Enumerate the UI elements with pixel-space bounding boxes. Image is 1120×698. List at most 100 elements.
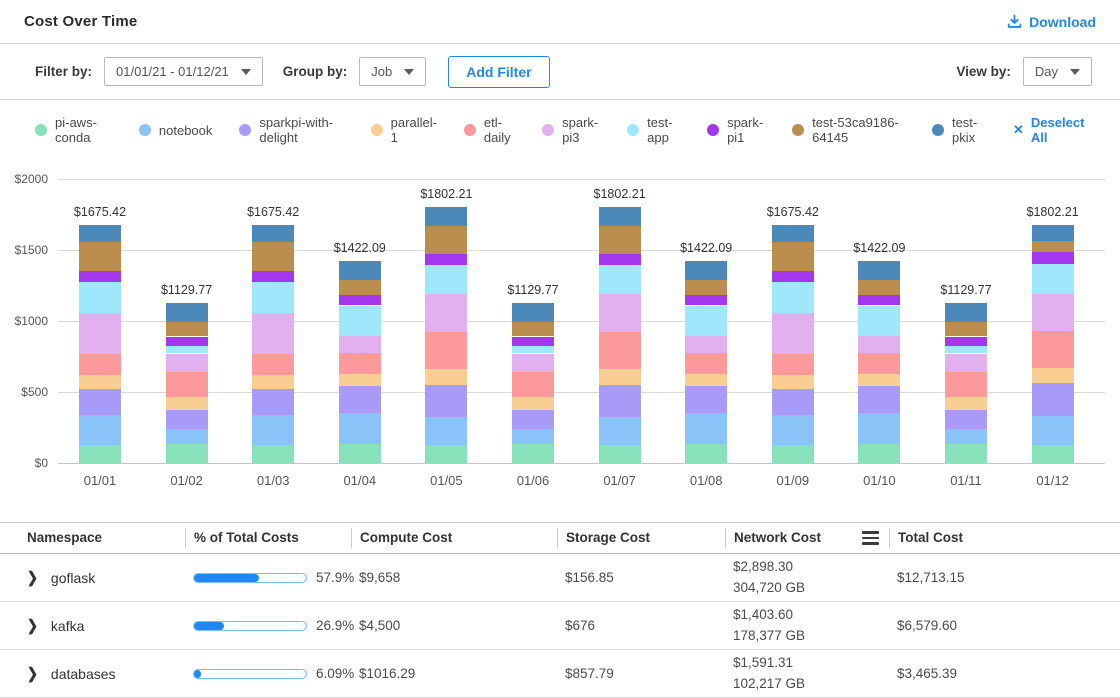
chevron-right-icon[interactable]: ❯ [27,568,38,586]
bar-segment-spark-pi1[interactable] [685,295,727,306]
bar-segment-parallel-1[interactable] [1032,368,1074,383]
bar-segment-pi-aws-conda[interactable] [166,444,208,463]
bar-segment-sparkpi-with-delight[interactable] [425,385,467,417]
bar-segment-notebook[interactable] [685,413,727,444]
legend-item-test-pkix[interactable]: test-pkix [932,115,986,145]
bar-segment-spark-pi1[interactable] [79,271,121,282]
bar-segment-test-app[interactable] [339,306,381,337]
bar-segment-parallel-1[interactable] [339,374,381,386]
bar-segment-test-53ca9186-64145[interactable] [79,242,121,271]
bar-segment-test-pkix[interactable] [339,261,381,280]
bar-segment-pi-aws-conda[interactable] [858,444,900,463]
bar-segment-spark-pi1[interactable] [858,295,900,306]
deselect-all-button[interactable]: ✕Deselect All [1013,115,1085,145]
bar-segment-notebook[interactable] [858,413,900,444]
bar-segment-sparkpi-with-delight[interactable] [772,389,814,416]
date-range-select[interactable]: 01/01/21 - 01/12/21 [104,57,263,86]
bar-segment-spark-pi3[interactable] [339,336,381,353]
bar-segment-spark-pi3[interactable] [1032,294,1074,331]
bar-segment-test-53ca9186-64145[interactable] [252,242,294,271]
bar-segment-parallel-1[interactable] [685,374,727,386]
legend-item-etl-daily[interactable]: etl-daily [464,115,515,145]
legend-item-sparkpi-with-delight[interactable]: sparkpi-with-delight [239,115,343,145]
group-by-select[interactable]: Job [359,57,426,86]
view-by-select[interactable]: Day [1023,57,1092,86]
namespace-cell[interactable]: ❯goflask [24,570,185,586]
bar-segment-test-53ca9186-64145[interactable] [599,226,641,254]
bar-segment-parallel-1[interactable] [599,369,641,386]
bar-segment-test-pkix[interactable] [79,225,121,242]
bar-segment-pi-aws-conda[interactable] [685,444,727,463]
bar-segment-test-app[interactable] [425,265,467,294]
col-header-storage[interactable]: Storage Cost [557,528,725,548]
bar-segment-parallel-1[interactable] [512,397,554,410]
bar-segment-test-app[interactable] [79,282,121,313]
bar-segment-notebook[interactable] [252,415,294,445]
bar-segment-sparkpi-with-delight[interactable] [599,385,641,417]
bar-segment-pi-aws-conda[interactable] [252,445,294,463]
bar-segment-pi-aws-conda[interactable] [79,445,121,463]
bar-segment-parallel-1[interactable] [166,397,208,410]
legend-item-test-53ca9186-64145[interactable]: test-53ca9186-64145 [792,115,905,145]
bar-segment-test-53ca9186-64145[interactable] [685,280,727,295]
bar-segment-notebook[interactable] [1032,416,1074,444]
col-header-percent[interactable]: % of Total Costs [185,528,351,548]
bar-segment-pi-aws-conda[interactable] [599,445,641,463]
bar-segment-test-pkix[interactable] [599,207,641,226]
bar-segment-test-app[interactable] [1032,264,1074,294]
bar-segment-parallel-1[interactable] [772,375,814,388]
bar-segment-test-53ca9186-64145[interactable] [339,280,381,295]
bar-segment-etl-daily[interactable] [339,353,381,374]
bar-segment-test-app[interactable] [599,265,641,294]
bar-segment-sparkpi-with-delight[interactable] [685,386,727,413]
bar-segment-spark-pi1[interactable] [339,295,381,306]
bar-segment-spark-pi1[interactable] [945,337,987,347]
bar-segment-spark-pi1[interactable] [599,254,641,266]
bar-segment-spark-pi1[interactable] [425,254,467,266]
bar-segment-spark-pi3[interactable] [685,336,727,353]
legend-item-parallel-1[interactable]: parallel-1 [371,115,437,145]
bar-segment-etl-daily[interactable] [772,354,814,376]
bar-segment-spark-pi1[interactable] [772,271,814,282]
bar-segment-spark-pi3[interactable] [772,313,814,354]
legend-item-pi-aws-conda[interactable]: pi-aws-conda [35,115,112,145]
bar-segment-etl-daily[interactable] [685,353,727,374]
legend-item-notebook[interactable]: notebook [139,123,213,138]
column-menu-icon[interactable] [862,531,879,545]
bar-segment-sparkpi-with-delight[interactable] [858,386,900,413]
bar-segment-notebook[interactable] [772,415,814,445]
bar-segment-spark-pi1[interactable] [252,271,294,282]
bar-segment-etl-daily[interactable] [945,372,987,397]
bar-segment-test-53ca9186-64145[interactable] [512,322,554,336]
bar-segment-sparkpi-with-delight[interactable] [339,386,381,413]
bar-segment-etl-daily[interactable] [425,332,467,369]
bar-segment-test-pkix[interactable] [1032,225,1074,241]
bar-segment-test-53ca9186-64145[interactable] [1032,241,1074,252]
bar-segment-test-53ca9186-64145[interactable] [425,226,467,254]
namespace-cell[interactable]: ❯databases [24,666,185,682]
bar-segment-test-app[interactable] [166,346,208,353]
bar-segment-spark-pi1[interactable] [1032,252,1074,264]
bar-segment-parallel-1[interactable] [858,374,900,386]
bar-segment-parallel-1[interactable] [425,369,467,386]
namespace-cell[interactable]: ❯kafka [24,618,185,634]
chevron-right-icon[interactable]: ❯ [27,616,38,634]
bar-segment-etl-daily[interactable] [79,354,121,376]
bar-segment-spark-pi3[interactable] [858,336,900,353]
bar-segment-pi-aws-conda[interactable] [512,444,554,463]
bar-segment-pi-aws-conda[interactable] [425,445,467,463]
bar-segment-spark-pi3[interactable] [599,294,641,332]
bar-segment-sparkpi-with-delight[interactable] [252,389,294,416]
legend-item-test-app[interactable]: test-app [627,115,680,145]
col-header-namespace[interactable]: Namespace [24,528,185,548]
bar-segment-test-app[interactable] [252,282,294,313]
bar-segment-test-53ca9186-64145[interactable] [166,322,208,336]
bar-segment-test-pkix[interactable] [166,303,208,323]
table-row-kafka[interactable]: ❯kafka26.9%$4,500$676$1,403.60178,377 GB… [0,602,1120,650]
bar-segment-test-pkix[interactable] [512,303,554,323]
bar-segment-test-53ca9186-64145[interactable] [772,242,814,271]
bar-segment-sparkpi-with-delight[interactable] [512,410,554,430]
bar-segment-spark-pi3[interactable] [425,294,467,332]
bar-segment-notebook[interactable] [339,413,381,444]
bar-segment-pi-aws-conda[interactable] [339,444,381,463]
